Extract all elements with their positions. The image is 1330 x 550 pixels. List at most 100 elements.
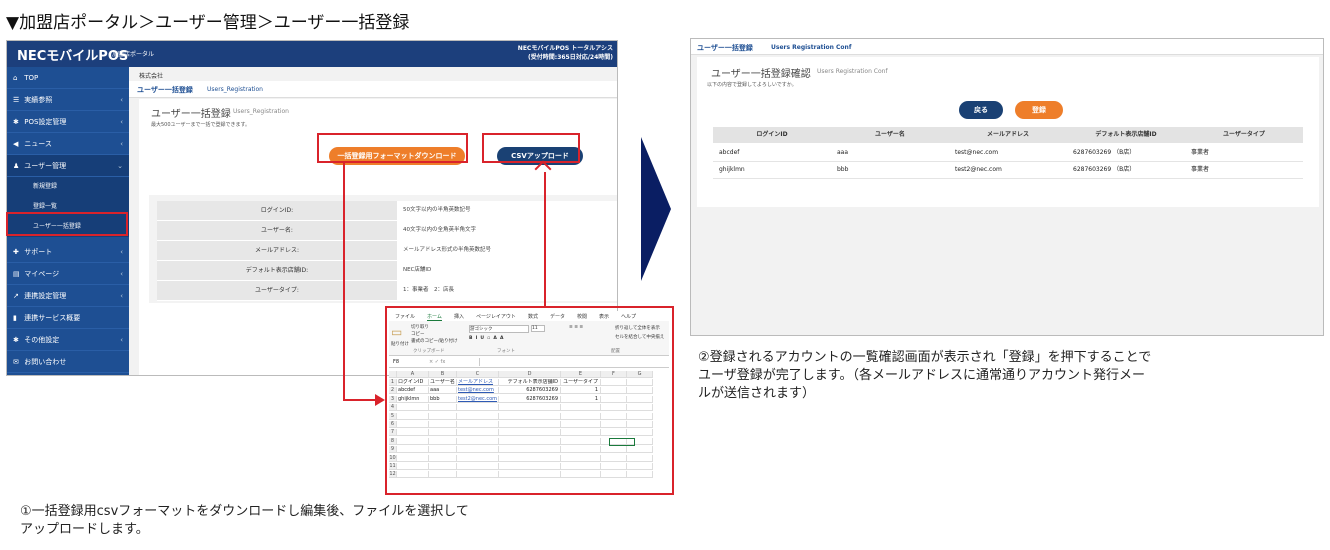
excel-tab[interactable]: ヘルプ (621, 313, 636, 320)
table-cell[interactable] (627, 429, 653, 437)
font-style-buttons[interactable]: B I U ▫ A A (469, 336, 503, 341)
table-cell[interactable] (601, 446, 627, 454)
table-cell[interactable] (561, 421, 601, 428)
table-cell[interactable] (457, 437, 499, 445)
sidebar-item-6[interactable]: ▤ マイページ ‹ (7, 263, 129, 285)
table-cell[interactable] (457, 421, 499, 428)
excel-tab[interactable]: ページレイアウト (476, 313, 516, 320)
format-painter-button[interactable]: 書式のコピー/貼り付け (411, 338, 458, 344)
table-cell[interactable] (429, 437, 457, 445)
table-cell[interactable] (397, 471, 429, 479)
table-cell[interactable] (397, 437, 429, 445)
formula-input[interactable] (479, 358, 666, 366)
table-cell[interactable] (457, 463, 499, 470)
table-cell[interactable] (561, 404, 601, 412)
table-cell[interactable] (561, 412, 601, 420)
table-cell[interactable] (627, 395, 653, 403)
table-cell[interactable] (627, 463, 653, 470)
active-cell[interactable] (609, 437, 635, 446)
table-cell[interactable] (499, 437, 561, 445)
table-cell[interactable] (499, 446, 561, 454)
excel-tab[interactable]: ホーム (427, 313, 442, 321)
table-cell[interactable] (457, 454, 499, 462)
sidebar-item-0[interactable]: ⌂ TOP (7, 67, 129, 89)
table-cell[interactable] (499, 412, 561, 420)
sidebar-item-2[interactable]: ✱ POS設定管理 ‹ (7, 111, 129, 133)
table-cell[interactable]: ghijklmn (397, 395, 429, 403)
excel-tab[interactable]: データ (550, 313, 565, 320)
table-cell[interactable] (457, 412, 499, 420)
sidebar-item-7[interactable]: ↗ 連携設定管理 ‹ (7, 285, 129, 307)
table-cell[interactable]: aaa (429, 387, 457, 395)
excel-tab[interactable]: 校閲 (577, 313, 587, 320)
table-cell[interactable]: bbb (429, 395, 457, 403)
table-cell[interactable] (601, 471, 627, 479)
table-cell[interactable]: abcdef (397, 387, 429, 395)
excel-tab[interactable]: ファイル (395, 313, 415, 320)
register-button[interactable]: 登録 (1015, 101, 1063, 119)
table-cell[interactable] (627, 412, 653, 420)
table-cell[interactable] (601, 395, 627, 403)
sidebar-subitem-0[interactable]: 新規登録 (7, 177, 129, 197)
font-size-select[interactable]: 11 (531, 325, 545, 332)
table-cell[interactable] (601, 387, 627, 395)
table-cell[interactable] (429, 463, 457, 470)
paste-label[interactable]: 貼り付け (391, 341, 409, 347)
wrap-text-button[interactable]: 折り返して全体を表示 (615, 325, 660, 331)
table-cell[interactable] (627, 454, 653, 462)
table-cell[interactable] (397, 412, 429, 420)
table-cell[interactable] (601, 404, 627, 412)
table-cell[interactable] (429, 471, 457, 479)
table-cell[interactable] (561, 429, 601, 437)
sidebar-item-10[interactable]: ✉ お問い合わせ (7, 351, 129, 373)
table-cell[interactable] (601, 412, 627, 420)
font-name-select[interactable]: 游ゴシック (469, 325, 529, 333)
table-cell[interactable]: test@nec.com (457, 387, 499, 395)
table-cell[interactable]: メールアドレス (457, 379, 499, 386)
back-button[interactable]: 戻る (959, 101, 1003, 119)
table-cell[interactable] (499, 404, 561, 412)
table-cell[interactable] (397, 421, 429, 428)
table-cell[interactable] (397, 454, 429, 462)
table-cell[interactable] (397, 463, 429, 470)
table-cell[interactable] (561, 446, 601, 454)
table-cell[interactable]: デフォルト表示店舗ID (499, 379, 561, 386)
table-cell[interactable] (627, 387, 653, 395)
sidebar-item-3[interactable]: ◀ ニュース ‹ (7, 133, 129, 155)
table-cell[interactable] (499, 429, 561, 437)
table-cell[interactable]: 1 (561, 387, 601, 395)
paste-icon[interactable]: ▭ (391, 325, 402, 339)
table-cell[interactable] (397, 446, 429, 454)
table-cell[interactable] (397, 404, 429, 412)
align-buttons[interactable]: ≡ ≡ ≡ (569, 325, 583, 330)
table-cell[interactable] (627, 446, 653, 454)
table-cell[interactable] (429, 429, 457, 437)
table-cell[interactable] (429, 404, 457, 412)
table-cell[interactable] (601, 463, 627, 470)
table-cell[interactable] (499, 421, 561, 428)
cut-button[interactable]: 切り取り (411, 324, 429, 330)
table-cell[interactable] (429, 421, 457, 428)
table-cell[interactable] (627, 471, 653, 479)
excel-tab[interactable]: 数式 (528, 313, 538, 320)
table-cell[interactable] (457, 446, 499, 454)
table-cell[interactable] (457, 429, 499, 437)
table-cell[interactable]: 1 (561, 395, 601, 403)
merge-center-button[interactable]: セルを結合して中央揃え (615, 334, 664, 340)
table-cell[interactable] (561, 437, 601, 445)
table-cell[interactable] (627, 421, 653, 428)
sidebar-item-4[interactable]: ♟ ユーザー管理 ⌄ (7, 155, 129, 177)
table-cell[interactable] (601, 429, 627, 437)
name-box[interactable]: F8 (393, 359, 399, 365)
table-cell[interactable] (457, 471, 499, 479)
copy-button[interactable]: コピー (411, 331, 425, 337)
sidebar-item-9[interactable]: ✱ その他設定 ‹ (7, 329, 129, 351)
table-cell[interactable] (397, 429, 429, 437)
table-cell[interactable] (601, 454, 627, 462)
sidebar-item-5[interactable]: ✚ サポート ‹ (7, 241, 129, 263)
table-cell[interactable] (499, 463, 561, 470)
table-cell[interactable] (499, 454, 561, 462)
sidebar-item-8[interactable]: ▮ 連携サービス概要 (7, 307, 129, 329)
table-cell[interactable]: test2@nec.com (457, 395, 499, 403)
sidebar-item-1[interactable]: ☰ 実績参照 ‹ (7, 89, 129, 111)
